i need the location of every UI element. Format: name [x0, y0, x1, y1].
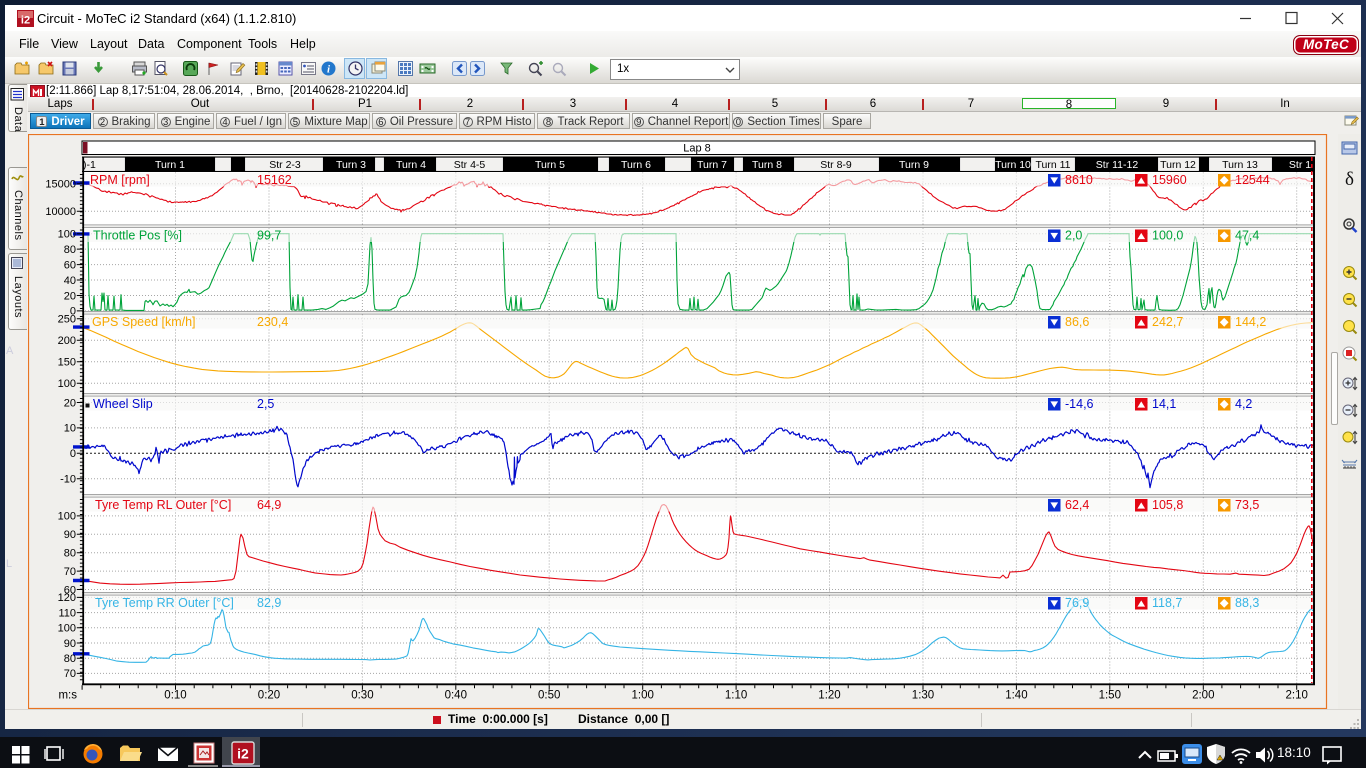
svg-text:-14,6: -14,6: [1065, 397, 1094, 411]
svg-text:Turn 9: Turn 9: [899, 159, 929, 171]
svg-text:14,1: 14,1: [1152, 397, 1176, 411]
svg-text:12544: 12544: [1235, 173, 1270, 187]
svg-text:1:40: 1:40: [1005, 690, 1027, 702]
svg-text:0:10: 0:10: [164, 690, 186, 702]
svg-text:90: 90: [64, 529, 76, 541]
svg-text:40: 40: [64, 275, 76, 287]
svg-text:82,9: 82,9: [257, 596, 281, 610]
svg-text:0:20: 0:20: [258, 690, 280, 702]
svg-text:Str 2-3: Str 2-3: [269, 159, 301, 171]
svg-text:Turn 4: Turn 4: [396, 159, 426, 171]
svg-text:2,0: 2,0: [1065, 229, 1082, 243]
svg-text:Tyre Temp RR Outer [°C]: Tyre Temp RR Outer [°C]: [95, 596, 234, 610]
svg-text:15162: 15162: [257, 173, 292, 187]
svg-text:1:30: 1:30: [912, 690, 934, 702]
svg-text:120: 120: [58, 592, 76, 604]
svg-text:Tyre Temp RL Outer [°C]: Tyre Temp RL Outer [°C]: [95, 498, 231, 512]
svg-text:i2: i2: [21, 15, 30, 27]
svg-text:64,9: 64,9: [257, 498, 281, 512]
svg-text:GPS Speed [km/h]: GPS Speed [km/h]: [92, 315, 196, 329]
svg-text:0: 0: [70, 448, 76, 460]
svg-text:8610: 8610: [1065, 173, 1093, 187]
svg-text:0:40: 0:40: [445, 690, 467, 702]
svg-text:80: 80: [64, 548, 76, 560]
svg-text:86,6: 86,6: [1065, 315, 1089, 329]
svg-text:20: 20: [64, 397, 76, 409]
svg-text:60: 60: [64, 259, 76, 271]
svg-text:250: 250: [58, 314, 76, 326]
svg-text:100: 100: [58, 229, 76, 241]
svg-text:4,2: 4,2: [1235, 397, 1252, 411]
svg-text:Turn 6: Turn 6: [621, 159, 651, 171]
svg-text:10000: 10000: [45, 206, 76, 218]
svg-text:Turn 12: Turn 12: [1160, 159, 1196, 171]
svg-text:Turn 13: Turn 13: [1222, 159, 1258, 171]
svg-text:2:10: 2:10: [1286, 690, 1308, 702]
svg-text:Turn 7: Turn 7: [697, 159, 727, 171]
svg-text:Turn 3: Turn 3: [336, 159, 366, 171]
svg-text:Turn 1: Turn 1: [155, 159, 185, 171]
svg-text:RPM [rpm]: RPM [rpm]: [90, 173, 150, 187]
svg-text:-10: -10: [60, 474, 76, 486]
svg-text:0:50: 0:50: [538, 690, 560, 702]
svg-text:88,3: 88,3: [1235, 596, 1259, 610]
svg-text:Wheel Slip: Wheel Slip: [93, 397, 153, 411]
svg-text:80: 80: [64, 244, 76, 256]
svg-text:15960: 15960: [1152, 173, 1187, 187]
svg-text:99,7: 99,7: [257, 229, 281, 243]
svg-text:242,7: 242,7: [1152, 315, 1183, 329]
svg-text:230,4: 230,4: [257, 315, 288, 329]
svg-text:m:s: m:s: [58, 690, 77, 702]
svg-text:100: 100: [58, 378, 76, 390]
svg-text:200: 200: [58, 335, 76, 347]
svg-text:144,2: 144,2: [1235, 315, 1266, 329]
svg-text:i2: i2: [237, 746, 249, 762]
svg-text:1:10: 1:10: [725, 690, 747, 702]
svg-text:118,7: 118,7: [1152, 596, 1182, 610]
svg-text:150: 150: [58, 357, 76, 369]
svg-text:Str 4-5: Str 4-5: [454, 159, 486, 171]
svg-text:Throttle Pos [%]: Throttle Pos [%]: [93, 229, 182, 243]
svg-text:76,9: 76,9: [1065, 596, 1089, 610]
svg-text:100: 100: [58, 623, 76, 635]
svg-text:47,4: 47,4: [1235, 229, 1259, 243]
svg-text:10: 10: [64, 423, 76, 435]
svg-text:80: 80: [64, 653, 76, 665]
svg-text:105,8: 105,8: [1152, 498, 1183, 512]
svg-text:70: 70: [64, 566, 76, 578]
svg-text:90: 90: [64, 638, 76, 650]
svg-text:1:50: 1:50: [1099, 690, 1121, 702]
svg-text:110: 110: [58, 607, 76, 619]
svg-text:Turn 10: Turn 10: [995, 159, 1031, 171]
svg-text:Turn 5: Turn 5: [535, 159, 565, 171]
svg-text:!: !: [1219, 756, 1220, 761]
svg-text:70: 70: [64, 668, 76, 680]
svg-text:Lap 8: Lap 8: [683, 143, 711, 155]
svg-text:100: 100: [58, 511, 76, 523]
svg-text:2:00: 2:00: [1192, 690, 1214, 702]
svg-text:62,4: 62,4: [1065, 498, 1089, 512]
svg-text:Turn 11: Turn 11: [1035, 159, 1070, 171]
svg-text:Str 11-12: Str 11-12: [1096, 159, 1139, 171]
svg-text:1:20: 1:20: [818, 690, 840, 702]
svg-text:0:30: 0:30: [351, 690, 373, 702]
svg-text:Turn 8: Turn 8: [752, 159, 782, 171]
svg-text:15000: 15000: [45, 179, 76, 191]
svg-text:73,5: 73,5: [1235, 498, 1259, 512]
svg-text:)-1: )-1: [83, 159, 96, 171]
svg-text:Str 1: Str 1: [1289, 159, 1311, 171]
svg-text:2,5: 2,5: [257, 397, 274, 411]
svg-text:20: 20: [64, 290, 76, 302]
svg-text:100,0: 100,0: [1152, 229, 1183, 243]
svg-text:Str 8-9: Str 8-9: [820, 159, 852, 171]
svg-text:1:00: 1:00: [632, 690, 654, 702]
